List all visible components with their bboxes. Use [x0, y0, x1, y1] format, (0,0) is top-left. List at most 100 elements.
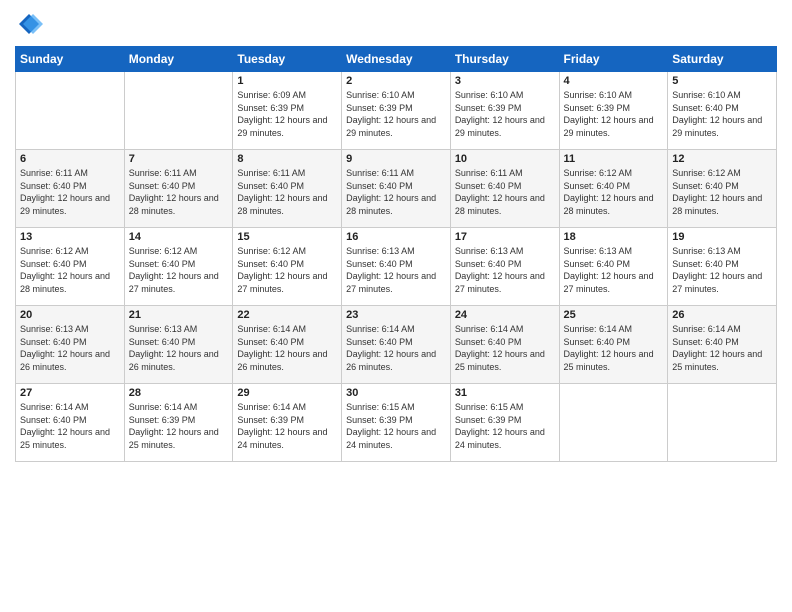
day-info: Sunrise: 6:12 AM Sunset: 6:40 PM Dayligh…	[237, 245, 337, 295]
day-number: 2	[346, 75, 446, 87]
calendar-cell: 22 Sunrise: 6:14 AM Sunset: 6:40 PM Dayli…	[233, 306, 342, 384]
day-number: 29	[237, 387, 337, 399]
day-number: 26	[672, 309, 772, 321]
day-of-week-header: Tuesday	[233, 47, 342, 72]
calendar-cell	[16, 72, 125, 150]
day-info: Sunrise: 6:12 AM Sunset: 6:40 PM Dayligh…	[129, 245, 229, 295]
calendar-cell: 6 Sunrise: 6:11 AM Sunset: 6:40 PM Daylig…	[16, 150, 125, 228]
calendar-week-row: 6 Sunrise: 6:11 AM Sunset: 6:40 PM Daylig…	[16, 150, 777, 228]
calendar-cell: 17 Sunrise: 6:13 AM Sunset: 6:40 PM Dayli…	[450, 228, 559, 306]
day-info: Sunrise: 6:11 AM Sunset: 6:40 PM Dayligh…	[20, 167, 120, 217]
day-number: 4	[564, 75, 664, 87]
calendar-cell: 21 Sunrise: 6:13 AM Sunset: 6:40 PM Dayli…	[124, 306, 233, 384]
day-number: 3	[455, 75, 555, 87]
day-info: Sunrise: 6:14 AM Sunset: 6:40 PM Dayligh…	[672, 323, 772, 373]
day-info: Sunrise: 6:14 AM Sunset: 6:40 PM Dayligh…	[564, 323, 664, 373]
calendar-cell: 30 Sunrise: 6:15 AM Sunset: 6:39 PM Dayli…	[342, 384, 451, 462]
day-info: Sunrise: 6:14 AM Sunset: 6:40 PM Dayligh…	[346, 323, 446, 373]
calendar-cell	[668, 384, 777, 462]
day-of-week-header: Wednesday	[342, 47, 451, 72]
day-info: Sunrise: 6:13 AM Sunset: 6:40 PM Dayligh…	[455, 245, 555, 295]
day-number: 6	[20, 153, 120, 165]
day-info: Sunrise: 6:11 AM Sunset: 6:40 PM Dayligh…	[129, 167, 229, 217]
logo	[15, 10, 47, 38]
day-number: 18	[564, 231, 664, 243]
calendar-cell: 8 Sunrise: 6:11 AM Sunset: 6:40 PM Daylig…	[233, 150, 342, 228]
calendar-cell: 23 Sunrise: 6:14 AM Sunset: 6:40 PM Dayli…	[342, 306, 451, 384]
day-info: Sunrise: 6:14 AM Sunset: 6:39 PM Dayligh…	[129, 401, 229, 451]
day-number: 12	[672, 153, 772, 165]
day-of-week-header: Sunday	[16, 47, 125, 72]
header-row: SundayMondayTuesdayWednesdayThursdayFrid…	[16, 47, 777, 72]
day-number: 24	[455, 309, 555, 321]
calendar-cell: 11Sunrise: 6:12 AM Sunset: 6:40 PM Dayli…	[559, 150, 668, 228]
day-number: 15	[237, 231, 337, 243]
calendar-cell: 16 Sunrise: 6:13 AM Sunset: 6:40 PM Dayli…	[342, 228, 451, 306]
day-info: Sunrise: 6:09 AM Sunset: 6:39 PM Dayligh…	[237, 89, 337, 139]
calendar-week-row: 13Sunrise: 6:12 AM Sunset: 6:40 PM Dayli…	[16, 228, 777, 306]
day-number: 21	[129, 309, 229, 321]
calendar-cell	[559, 384, 668, 462]
calendar-cell: 25Sunrise: 6:14 AM Sunset: 6:40 PM Dayli…	[559, 306, 668, 384]
day-of-week-header: Monday	[124, 47, 233, 72]
day-info: Sunrise: 6:13 AM Sunset: 6:40 PM Dayligh…	[346, 245, 446, 295]
calendar-cell: 4 Sunrise: 6:10 AM Sunset: 6:39 PM Daylig…	[559, 72, 668, 150]
day-number: 9	[346, 153, 446, 165]
day-info: Sunrise: 6:15 AM Sunset: 6:39 PM Dayligh…	[455, 401, 555, 451]
day-number: 19	[672, 231, 772, 243]
calendar-cell: 29 Sunrise: 6:14 AM Sunset: 6:39 PM Dayli…	[233, 384, 342, 462]
day-number: 16	[346, 231, 446, 243]
day-number: 17	[455, 231, 555, 243]
day-info: Sunrise: 6:14 AM Sunset: 6:40 PM Dayligh…	[237, 323, 337, 373]
day-number: 14	[129, 231, 229, 243]
day-info: Sunrise: 6:14 AM Sunset: 6:39 PM Dayligh…	[237, 401, 337, 451]
day-of-week-header: Saturday	[668, 47, 777, 72]
logo-icon	[15, 10, 43, 38]
day-info: Sunrise: 6:12 AM Sunset: 6:40 PM Dayligh…	[20, 245, 120, 295]
calendar-cell: 14 Sunrise: 6:12 AM Sunset: 6:40 PM Dayli…	[124, 228, 233, 306]
day-number: 28	[129, 387, 229, 399]
day-info: Sunrise: 6:11 AM Sunset: 6:40 PM Dayligh…	[455, 167, 555, 217]
day-info: Sunrise: 6:13 AM Sunset: 6:40 PM Dayligh…	[672, 245, 772, 295]
page: SundayMondayTuesdayWednesdayThursdayFrid…	[0, 0, 792, 612]
calendar-cell: 13Sunrise: 6:12 AM Sunset: 6:40 PM Dayli…	[16, 228, 125, 306]
calendar-cell: 1 Sunrise: 6:09 AM Sunset: 6:39 PM Daylig…	[233, 72, 342, 150]
calendar-week-row: 27 Sunrise: 6:14 AM Sunset: 6:40 PM Dayli…	[16, 384, 777, 462]
day-number: 10	[455, 153, 555, 165]
day-number: 23	[346, 309, 446, 321]
calendar-cell: 18Sunrise: 6:13 AM Sunset: 6:40 PM Dayli…	[559, 228, 668, 306]
day-info: Sunrise: 6:11 AM Sunset: 6:40 PM Dayligh…	[346, 167, 446, 217]
calendar-week-row: 20 Sunrise: 6:13 AM Sunset: 6:40 PM Dayli…	[16, 306, 777, 384]
day-info: Sunrise: 6:10 AM Sunset: 6:39 PM Dayligh…	[564, 89, 664, 139]
calendar-cell: 27 Sunrise: 6:14 AM Sunset: 6:40 PM Dayli…	[16, 384, 125, 462]
calendar-week-row: 1 Sunrise: 6:09 AM Sunset: 6:39 PM Daylig…	[16, 72, 777, 150]
day-info: Sunrise: 6:13 AM Sunset: 6:40 PM Dayligh…	[129, 323, 229, 373]
calendar-cell: 26 Sunrise: 6:14 AM Sunset: 6:40 PM Dayli…	[668, 306, 777, 384]
calendar-cell: 12 Sunrise: 6:12 AM Sunset: 6:40 PM Dayli…	[668, 150, 777, 228]
calendar-cell: 31Sunrise: 6:15 AM Sunset: 6:39 PM Dayli…	[450, 384, 559, 462]
calendar-cell: 2 Sunrise: 6:10 AM Sunset: 6:39 PM Daylig…	[342, 72, 451, 150]
day-info: Sunrise: 6:14 AM Sunset: 6:40 PM Dayligh…	[20, 401, 120, 451]
day-info: Sunrise: 6:10 AM Sunset: 6:39 PM Dayligh…	[346, 89, 446, 139]
day-info: Sunrise: 6:11 AM Sunset: 6:40 PM Dayligh…	[237, 167, 337, 217]
day-info: Sunrise: 6:12 AM Sunset: 6:40 PM Dayligh…	[672, 167, 772, 217]
day-number: 8	[237, 153, 337, 165]
day-info: Sunrise: 6:15 AM Sunset: 6:39 PM Dayligh…	[346, 401, 446, 451]
day-of-week-header: Thursday	[450, 47, 559, 72]
calendar-table: SundayMondayTuesdayWednesdayThursdayFrid…	[15, 46, 777, 462]
day-number: 11	[564, 153, 664, 165]
calendar-cell	[124, 72, 233, 150]
day-number: 30	[346, 387, 446, 399]
day-number: 20	[20, 309, 120, 321]
day-info: Sunrise: 6:14 AM Sunset: 6:40 PM Dayligh…	[455, 323, 555, 373]
day-number: 27	[20, 387, 120, 399]
day-number: 22	[237, 309, 337, 321]
calendar-cell: 24 Sunrise: 6:14 AM Sunset: 6:40 PM Dayli…	[450, 306, 559, 384]
day-number: 1	[237, 75, 337, 87]
day-info: Sunrise: 6:10 AM Sunset: 6:40 PM Dayligh…	[672, 89, 772, 139]
calendar-cell: 3 Sunrise: 6:10 AM Sunset: 6:39 PM Daylig…	[450, 72, 559, 150]
calendar-cell: 9 Sunrise: 6:11 AM Sunset: 6:40 PM Daylig…	[342, 150, 451, 228]
day-info: Sunrise: 6:10 AM Sunset: 6:39 PM Dayligh…	[455, 89, 555, 139]
day-number: 7	[129, 153, 229, 165]
calendar-cell: 7 Sunrise: 6:11 AM Sunset: 6:40 PM Daylig…	[124, 150, 233, 228]
